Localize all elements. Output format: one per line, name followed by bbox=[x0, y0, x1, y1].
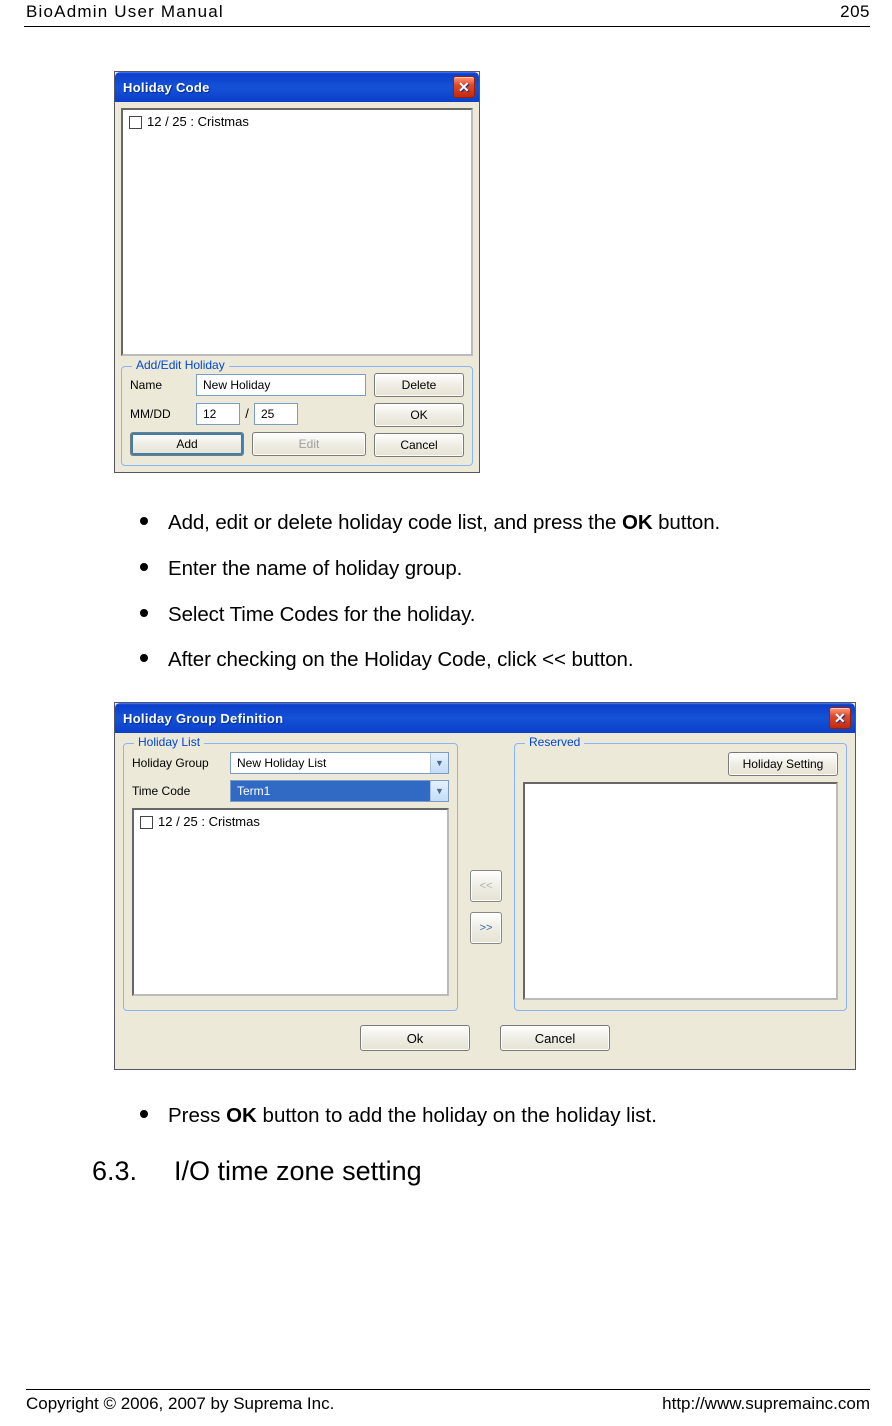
instruction-list-b: Press OK button to add the holiday on th… bbox=[140, 1100, 836, 1132]
delete-button[interactable]: Delete bbox=[374, 373, 464, 397]
cancel-button[interactable]: Cancel bbox=[500, 1025, 610, 1051]
transfer-buttons: << >> bbox=[468, 743, 504, 1011]
holiday-code-titlebar[interactable]: Holiday Code ✕ bbox=[115, 72, 479, 102]
holiday-setting-button[interactable]: Holiday Setting bbox=[728, 752, 838, 776]
copyright-text: Copyright © 2006, 2007 by Suprema Inc. bbox=[26, 1394, 334, 1414]
reserved-panel: Reserved Holiday Setting bbox=[514, 743, 847, 1011]
time-code-select[interactable]: Term1 ▼ bbox=[230, 780, 449, 802]
section-heading: 6.3.I/O time zone setting bbox=[92, 1156, 836, 1187]
chevron-down-icon: ▼ bbox=[430, 781, 448, 801]
holiday-group-label: Holiday Group bbox=[132, 756, 224, 770]
holiday-group-titlebar[interactable]: Holiday Group Definition ✕ bbox=[115, 703, 855, 733]
chevron-down-icon: ▼ bbox=[430, 753, 448, 773]
instruction-list-a: Add, edit or delete holiday code list, a… bbox=[140, 507, 836, 676]
page-header: BioAdmin User Manual 205 bbox=[0, 0, 892, 24]
add-edit-legend: Add/Edit Holiday bbox=[132, 358, 229, 372]
holiday-list-legend: Holiday List bbox=[134, 735, 204, 749]
section-number: 6.3. bbox=[92, 1156, 174, 1187]
holiday-code-list-item: 12 / 25 : Cristmas bbox=[147, 114, 249, 129]
list-item: 12 / 25 : Cristmas bbox=[158, 814, 260, 829]
date-separator: / bbox=[240, 406, 254, 421]
move-right-button[interactable]: >> bbox=[470, 912, 502, 944]
page-footer: Copyright © 2006, 2007 by Suprema Inc. h… bbox=[0, 1389, 892, 1414]
cancel-button[interactable]: Cancel bbox=[374, 433, 464, 457]
holiday-code-list[interactable]: 12 / 25 : Cristmas bbox=[121, 108, 473, 356]
footer-url: http://www.supremainc.com bbox=[662, 1394, 870, 1414]
close-icon[interactable]: ✕ bbox=[829, 707, 851, 729]
holiday-group-window: Holiday Group Definition ✕ Holiday List … bbox=[114, 702, 856, 1070]
reserved-list[interactable] bbox=[523, 782, 838, 1000]
add-edit-holiday-group: Add/Edit Holiday Name New Holiday MM/DD … bbox=[121, 366, 473, 466]
name-input[interactable]: New Holiday bbox=[196, 374, 366, 396]
holiday-group-select[interactable]: New Holiday List ▼ bbox=[230, 752, 449, 774]
reserved-legend: Reserved bbox=[525, 735, 584, 749]
footer-rule bbox=[26, 1389, 870, 1390]
time-code-label: Time Code bbox=[132, 784, 224, 798]
holiday-code-title: Holiday Code bbox=[123, 80, 210, 95]
date-label: MM/DD bbox=[130, 407, 190, 421]
holiday-list-panel: Holiday List Holiday Group New Holiday L… bbox=[123, 743, 458, 1011]
page-number: 205 bbox=[840, 2, 870, 22]
manual-title: BioAdmin User Manual bbox=[26, 2, 224, 22]
edit-button[interactable]: Edit bbox=[252, 432, 366, 456]
list-item: Press OK button to add the holiday on th… bbox=[140, 1100, 836, 1132]
holiday-group-list[interactable]: 12 / 25 : Cristmas bbox=[132, 808, 449, 996]
section-title: I/O time zone setting bbox=[174, 1156, 422, 1186]
checkbox-icon[interactable] bbox=[140, 816, 153, 829]
list-item: Select Time Codes for the holiday. bbox=[140, 599, 836, 631]
month-input[interactable]: 12 bbox=[196, 403, 240, 425]
ok-button[interactable]: Ok bbox=[360, 1025, 470, 1051]
list-item: After checking on the Holiday Code, clic… bbox=[140, 644, 836, 676]
name-label: Name bbox=[130, 378, 190, 392]
add-button[interactable]: Add bbox=[130, 432, 244, 456]
close-icon[interactable]: ✕ bbox=[453, 76, 475, 98]
holiday-code-window: Holiday Code ✕ 12 / 25 : Cristmas Add/Ed… bbox=[114, 71, 480, 473]
day-input[interactable]: 25 bbox=[254, 403, 298, 425]
list-item: Add, edit or delete holiday code list, a… bbox=[140, 507, 836, 539]
list-item: Enter the name of holiday group. bbox=[140, 553, 836, 585]
ok-button[interactable]: OK bbox=[374, 403, 464, 427]
move-left-button[interactable]: << bbox=[470, 870, 502, 902]
checkbox-icon[interactable] bbox=[129, 116, 142, 129]
holiday-group-title: Holiday Group Definition bbox=[123, 711, 283, 726]
